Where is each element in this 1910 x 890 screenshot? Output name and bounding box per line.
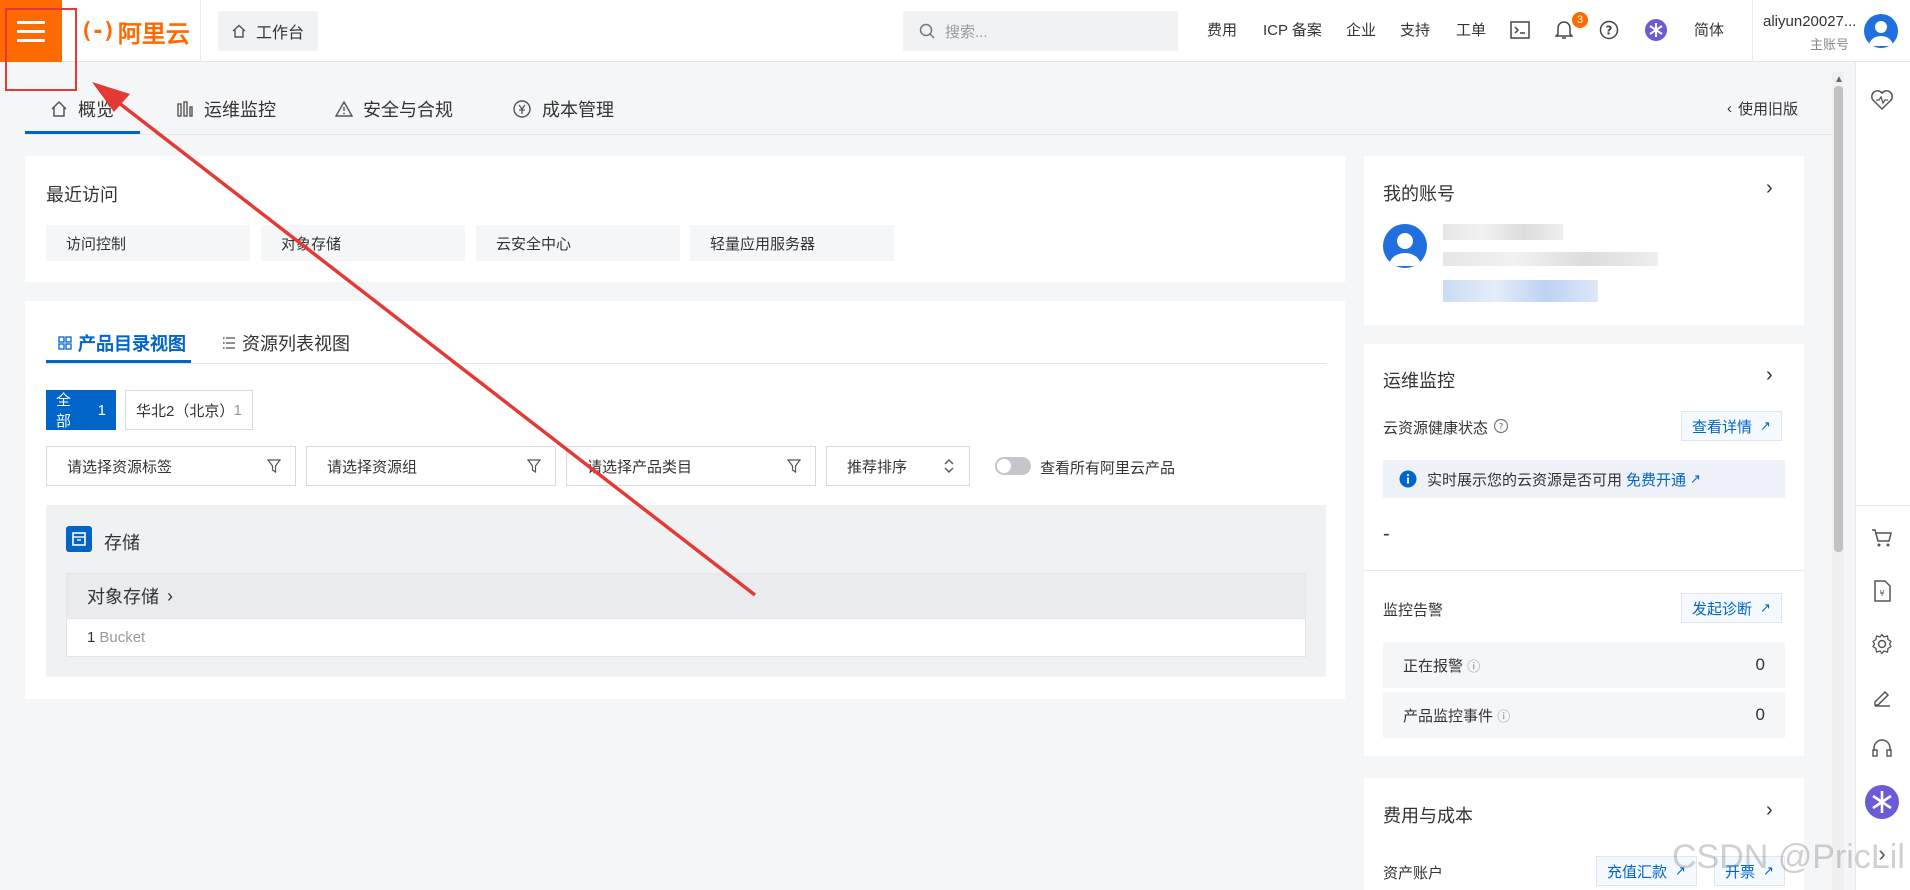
annotation-arrow [92, 82, 757, 597]
